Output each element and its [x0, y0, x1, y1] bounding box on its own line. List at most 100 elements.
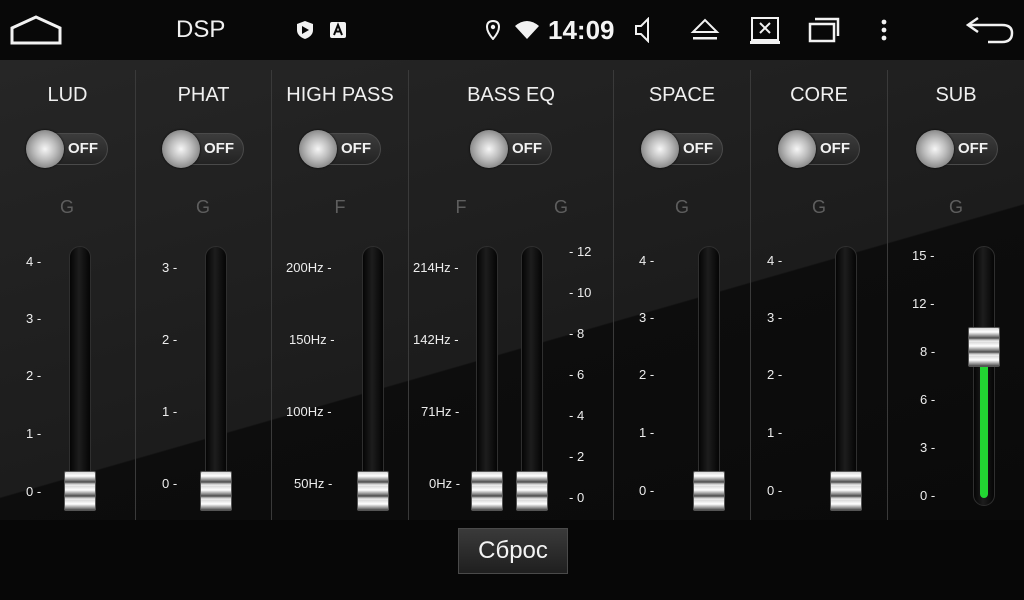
more-vert-icon[interactable]: [880, 0, 888, 60]
tick-label: - 0: [569, 490, 585, 505]
space-slider-thumb[interactable]: [693, 471, 725, 511]
toggle-knob-icon: [778, 130, 816, 168]
tick-label: 15 -: [912, 248, 935, 263]
reset-button[interactable]: Сброс: [458, 528, 568, 574]
tick-label: 150Hz -: [289, 332, 335, 347]
panel-high-pass: HIGH PASS OFF F 200Hz - 150Hz - 100Hz - …: [272, 60, 408, 520]
panel-title: LUD: [47, 84, 88, 106]
space-slider-track[interactable]: [698, 246, 720, 506]
panel-core: CORE OFF G 4 - 3 - 2 - 1 - 0 -: [751, 60, 887, 520]
tick-label: 100Hz -: [286, 404, 332, 419]
panel-title: CORE: [790, 84, 848, 106]
tick-label: 2 -: [26, 368, 42, 383]
bass-eq-gain-slider-track[interactable]: [521, 246, 543, 506]
slider-letter: F: [455, 197, 467, 217]
slider-letter: F: [334, 197, 346, 217]
panel-phat: PHAT OFF G 3 - 2 - 1 - 0 -: [136, 60, 271, 520]
tick-label: 0 -: [26, 484, 42, 499]
recent-apps-icon[interactable]: [808, 0, 840, 60]
tick-label: 200Hz -: [286, 260, 332, 275]
slider-letter: G: [195, 197, 210, 217]
tick-label: 0 -: [767, 483, 783, 498]
toggle-knob-icon: [470, 130, 508, 168]
eject-icon[interactable]: [690, 0, 720, 60]
tick-label: 0 -: [162, 476, 178, 491]
sub-slider-thumb[interactable]: [968, 327, 1000, 367]
location-icon: [486, 0, 500, 60]
phat-slider-thumb[interactable]: [200, 471, 232, 511]
shield-icon: [296, 0, 314, 60]
lud-slider-track[interactable]: [69, 246, 91, 506]
tick-label: - 4: [569, 408, 585, 423]
tick-label: 3 -: [26, 311, 42, 326]
panel-title: SUB: [935, 84, 977, 106]
panel-title: PHAT: [177, 84, 230, 106]
lud-toggle[interactable]: OFF: [26, 130, 108, 168]
slider-letter: G: [553, 197, 568, 217]
tick-label: 4 -: [639, 253, 655, 268]
toggle-label: OFF: [820, 140, 850, 157]
tick-label: 50Hz -: [294, 476, 333, 491]
tick-label: 12 -: [912, 296, 935, 311]
high-pass-slider-track[interactable]: [362, 246, 384, 506]
panel-title: SPACE: [648, 84, 716, 106]
toggle-label: OFF: [341, 140, 371, 157]
tick-label: 3 -: [767, 310, 783, 325]
toggle-label: OFF: [68, 140, 98, 157]
toggle-knob-icon: [299, 130, 337, 168]
toggle-label: OFF: [958, 140, 988, 157]
slider-letter: G: [674, 197, 689, 217]
home-icon[interactable]: [10, 0, 62, 60]
tick-label: - 8: [569, 326, 585, 341]
panel-bass-eq: BASS EQ OFF F G 214Hz - 142Hz - 71Hz - 0…: [409, 60, 613, 520]
space-toggle[interactable]: OFF: [641, 130, 723, 168]
phat-slider-track[interactable]: [205, 246, 227, 506]
panel-lud: LUD OFF G 4 - 3 - 2 - 1 - 0 -: [0, 60, 135, 520]
panel-title: BASS EQ: [467, 84, 555, 106]
panel-space: SPACE OFF G 4 - 3 - 2 - 1 - 0 -: [614, 60, 750, 520]
phat-toggle[interactable]: OFF: [162, 130, 244, 168]
tick-label: 1 -: [639, 425, 655, 440]
tick-label: 0 -: [639, 483, 655, 498]
tick-label: 1 -: [767, 425, 783, 440]
tick-label: - 2: [569, 449, 585, 464]
tick-label: 2 -: [639, 367, 655, 382]
tick-label: 142Hz -: [413, 332, 459, 347]
tick-label: 71Hz -: [421, 404, 460, 419]
sub-toggle[interactable]: OFF: [916, 130, 998, 168]
tick-label: 2 -: [767, 367, 783, 382]
tick-label: 3 -: [162, 260, 178, 275]
slider-letter: G: [948, 197, 963, 217]
bass-eq-freq-slider-track[interactable]: [476, 246, 498, 506]
tick-label: 3 -: [920, 440, 936, 455]
tick-label: 4 -: [767, 253, 783, 268]
toggle-knob-icon: [26, 130, 64, 168]
a-badge-icon: [330, 0, 346, 60]
toggle-label: OFF: [512, 140, 542, 157]
wifi-icon: [514, 0, 540, 60]
tick-label: - 10: [569, 285, 592, 300]
tick-label: 0 -: [920, 488, 936, 503]
bass-eq-gain-slider-thumb[interactable]: [516, 471, 548, 511]
high-pass-slider-thumb[interactable]: [357, 471, 389, 511]
tick-label: 1 -: [26, 426, 42, 441]
slider-letter: G: [811, 197, 826, 217]
tick-label: 1 -: [162, 404, 178, 419]
sub-slider-fill: [980, 360, 988, 498]
volume-icon[interactable]: [634, 0, 656, 60]
screen-off-icon[interactable]: [750, 0, 780, 60]
slider-letter: G: [59, 197, 74, 217]
tick-label: 3 -: [639, 310, 655, 325]
panel-title: HIGH PASS: [286, 84, 394, 106]
tick-label: 214Hz -: [413, 260, 459, 275]
core-slider-thumb[interactable]: [830, 471, 862, 511]
core-slider-track[interactable]: [835, 246, 857, 506]
app-title: DSP: [176, 16, 226, 43]
bass-eq-toggle[interactable]: OFF: [470, 130, 552, 168]
lud-slider-thumb[interactable]: [64, 471, 96, 511]
high-pass-toggle[interactable]: OFF: [299, 130, 381, 168]
back-icon[interactable]: [966, 0, 1014, 60]
tick-label: 2 -: [162, 332, 178, 347]
core-toggle[interactable]: OFF: [778, 130, 860, 168]
bass-eq-freq-slider-thumb[interactable]: [471, 471, 503, 511]
